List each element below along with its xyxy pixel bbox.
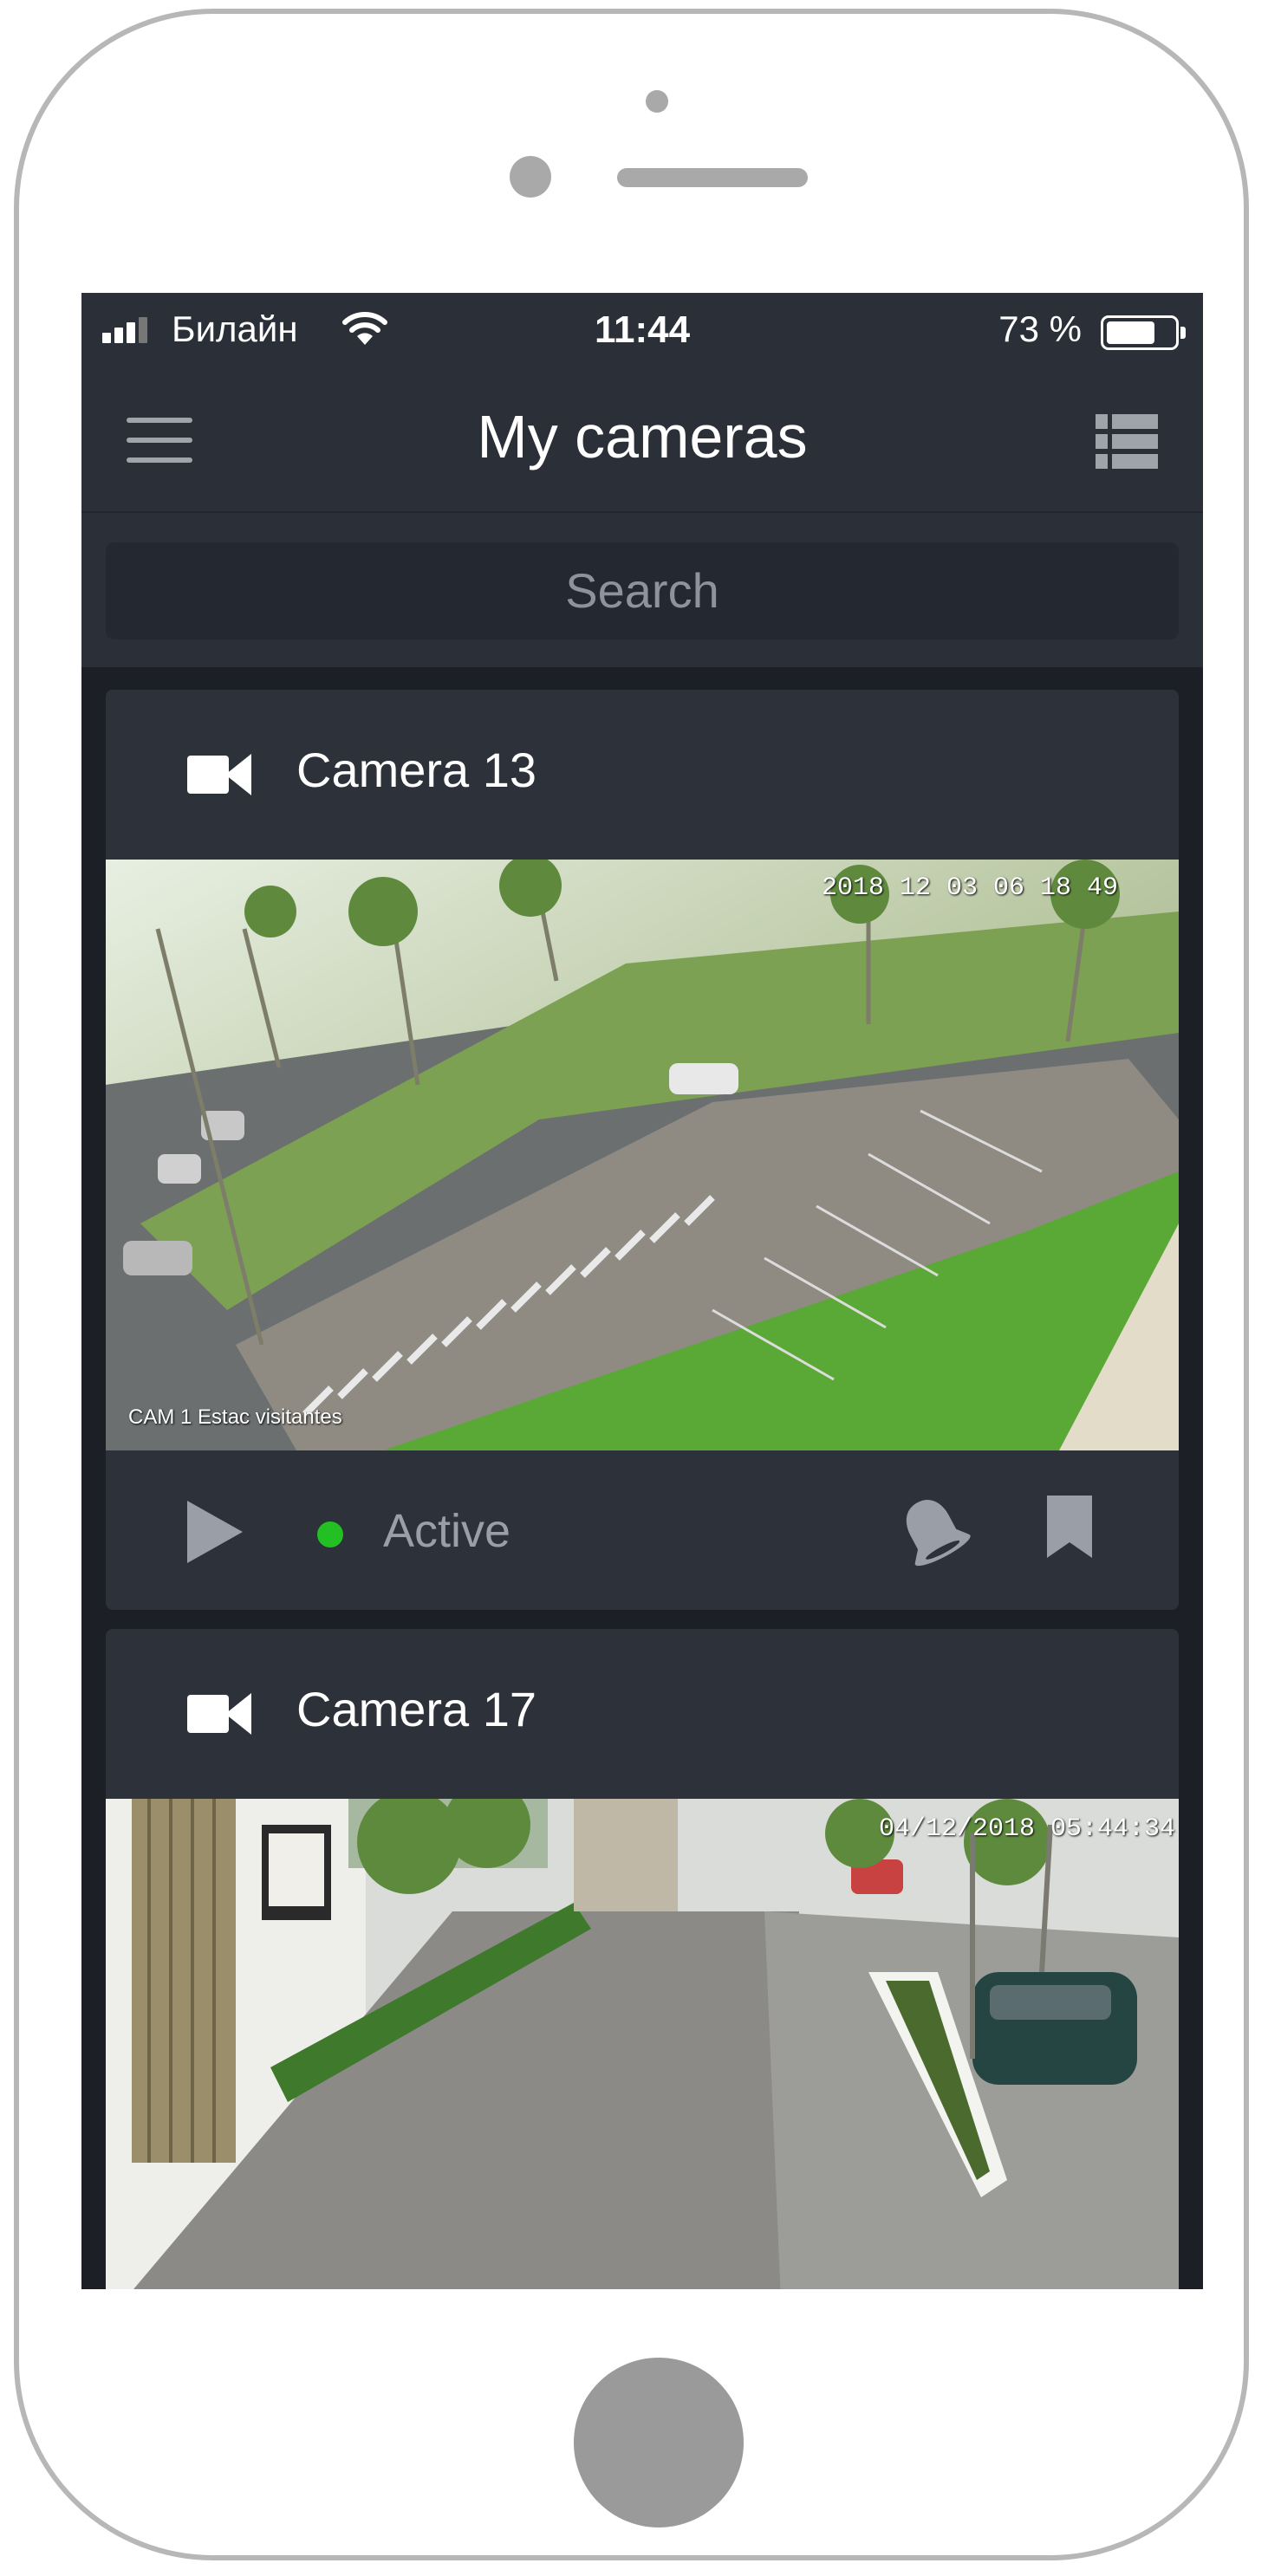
camera-feed-preview[interactable]: 2018 12 03 06 18 49 CAM 1 Estac visitant…: [106, 860, 1179, 1450]
bookmark-icon[interactable]: [1044, 1496, 1096, 1558]
search-input[interactable]: Search: [106, 542, 1179, 639]
app-screen: Билайн 11:44 73 % My cameras Search Came…: [81, 293, 1203, 2289]
list-view-icon[interactable]: [1096, 414, 1158, 470]
camera-card-header[interactable]: Camera 13: [106, 690, 1179, 860]
video-camera-icon: [187, 754, 251, 795]
home-button[interactable]: [574, 2358, 744, 2527]
battery-icon: [1101, 315, 1186, 350]
camera-name: Camera 17: [296, 1682, 537, 1736]
header-divider: [81, 511, 1203, 513]
app-header: Билайн 11:44 73 % My cameras Search: [81, 293, 1203, 667]
camera-17-snapshot: [106, 1799, 1179, 2289]
video-camera-icon: [187, 1693, 251, 1735]
status-bar: Билайн 11:44 73 %: [81, 293, 1203, 367]
front-camera: [510, 156, 551, 198]
play-icon[interactable]: [187, 1501, 243, 1563]
earpiece-speaker: [617, 168, 808, 187]
camera-card-footer: Active: [106, 1450, 1179, 1610]
camera-card[interactable]: Camera 13 2018 12 03 06 18 49 CAM 1 Esta…: [106, 690, 1179, 1610]
feed-timestamp: 04/12/2018 05:44:34: [878, 1814, 1175, 1844]
feed-label: CAM 1 Estac visitantes: [128, 1405, 342, 1429]
battery-percentage: 73 %: [998, 308, 1082, 349]
camera-status-label: Active: [383, 1505, 511, 1557]
bell-icon[interactable]: [893, 1490, 971, 1568]
page-title: My cameras: [477, 403, 808, 470]
navigation-bar: My cameras: [81, 367, 1203, 511]
camera-name: Camera 13: [296, 743, 537, 797]
proximity-sensor: [646, 90, 668, 113]
feed-timestamp: 2018 12 03 06 18 49: [821, 873, 1118, 903]
camera-card-header[interactable]: Camera 17: [106, 1629, 1179, 1799]
camera-13-snapshot: [106, 860, 1179, 1450]
camera-feed-preview[interactable]: 04/12/2018 05:44:34: [106, 1799, 1179, 2289]
camera-card[interactable]: Camera 17 04/12/2018 05:44:34: [106, 1629, 1179, 2289]
status-indicator-dot: [317, 1522, 343, 1548]
